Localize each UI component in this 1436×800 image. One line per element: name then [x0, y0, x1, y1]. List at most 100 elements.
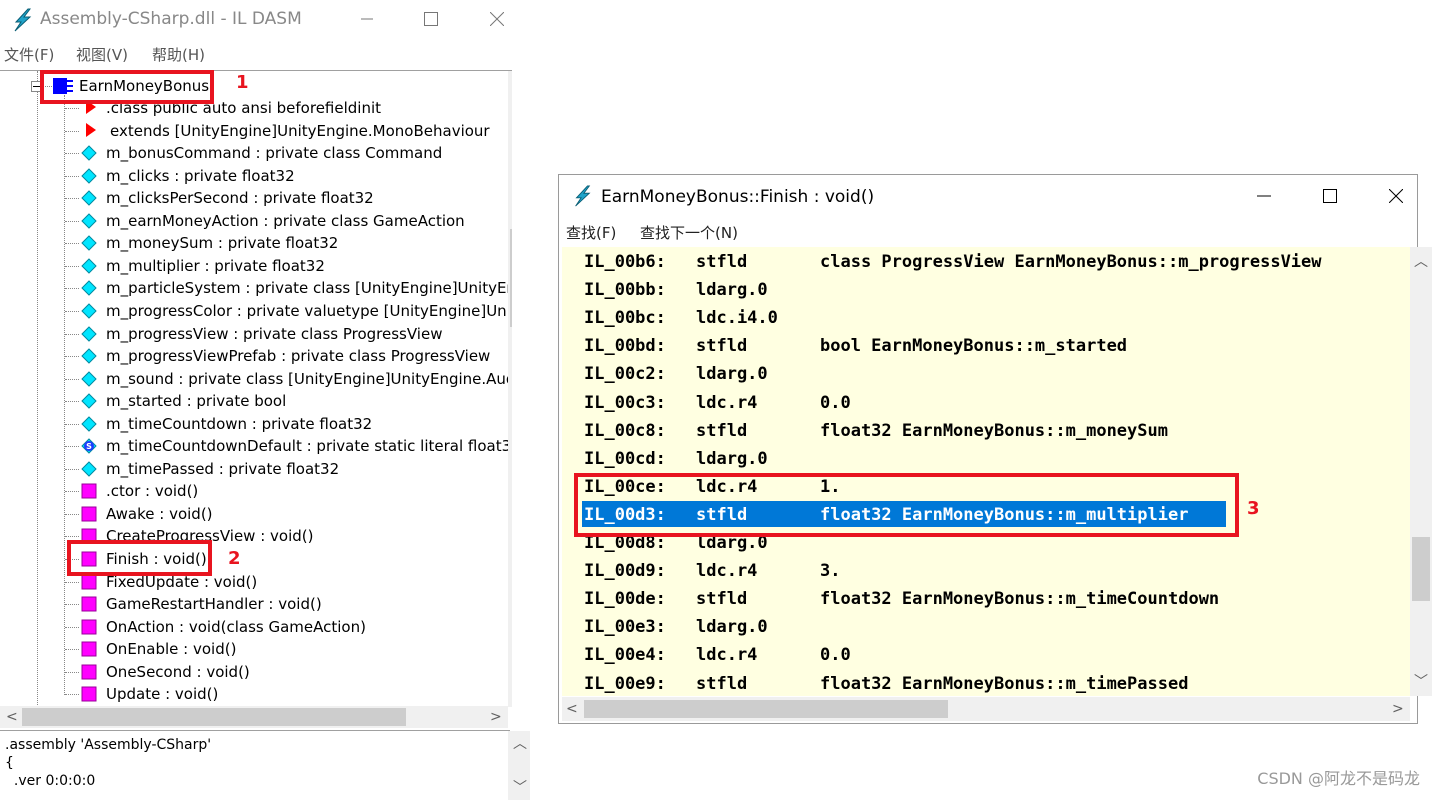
tree-item-label: m_moneySum : private float32	[106, 234, 339, 253]
tree-connector	[65, 626, 79, 628]
tree-item[interactable]: m_progressViewPrefab : private class Pro…	[0, 345, 512, 367]
magenta-square-icon	[81, 619, 97, 635]
close-button[interactable]	[1373, 175, 1419, 217]
scroll-up-icon[interactable]: ︿	[513, 737, 527, 751]
ildasm-app-icon	[14, 8, 32, 32]
il-operand: float32 EarnMoneyBonus::m_timeCountdown	[820, 589, 1220, 610]
tree-item[interactable]: m_started : private bool	[0, 390, 512, 412]
minimize-button[interactable]	[344, 0, 390, 38]
tree-item-label: m_progressViewPrefab : private class Pro…	[106, 347, 491, 366]
il-operand: 0.0	[820, 392, 851, 413]
class-tree-view[interactable]: EarnMoneyBonus .class public auto ansi b…	[0, 70, 512, 707]
cyan-diamond-icon	[81, 461, 97, 477]
menu-find[interactable]: 查找(F)	[566, 222, 616, 243]
tree-item[interactable]: OneSecond : void()	[0, 661, 512, 683]
tree-item[interactable]: m_moneySum : private float32	[0, 232, 512, 254]
code-menubar: 查找(F) 查找下一个(N)	[559, 222, 1417, 244]
code-vertical-scrollbar[interactable]: ︿ ﹀	[1410, 247, 1432, 696]
tree-item[interactable]: m_multiplier : private float32	[0, 255, 512, 277]
tree-item[interactable]: m_clicks : private float32	[0, 165, 512, 187]
tree-item[interactable]: m_timeCountdown : private float32	[0, 413, 512, 435]
code-hscroll-thumb[interactable]	[584, 700, 948, 718]
cyan-diamond-icon	[81, 190, 97, 206]
tree-item-label: m_started : private bool	[106, 392, 287, 411]
il-code-view[interactable]: IL_00b6: stfld class ProgressView EarnMone…	[562, 247, 1410, 696]
il-offset-label: IL_00e9:	[584, 673, 666, 694]
main-titlebar: Assembly-CSharp.dll - IL DASM	[0, 0, 532, 38]
tree-item[interactable]: .ctor : void()	[0, 480, 512, 502]
tree-connector	[65, 243, 79, 245]
tree-item[interactable]: Awake : void()	[0, 503, 512, 525]
tree-item-label: m_bonusCommand : private class Command	[106, 144, 443, 163]
magenta-square-icon	[81, 596, 97, 612]
tree-item[interactable]: m_progressColor : private valuetype [Uni…	[0, 300, 512, 322]
tree-item[interactable]: m_timePassed : private float32	[0, 458, 512, 480]
tree-item[interactable]: OnAction : void(class GameAction)	[0, 616, 512, 638]
scroll-left-icon[interactable]: <	[6, 710, 18, 724]
il-offset-label: IL_00c8:	[584, 420, 666, 441]
tree-vscroll-thumb[interactable]	[510, 229, 512, 327]
tree-item[interactable]: OnEnable : void()	[0, 638, 512, 660]
cyan-diamond-icon	[81, 348, 97, 364]
cyan-diamond-icon	[81, 258, 97, 274]
scroll-up-icon[interactable]: ︿	[1414, 255, 1428, 269]
code-horizontal-scrollbar[interactable]: < >	[562, 697, 1410, 721]
scroll-left-icon[interactable]: <	[566, 702, 578, 716]
tree-connector	[65, 220, 79, 222]
scroll-right-icon[interactable]: >	[490, 710, 502, 724]
il-opcode: ldc.r4	[696, 645, 758, 666]
tree-item-label: m_timePassed : private float32	[106, 459, 340, 478]
annotation-number-2: 2	[228, 548, 241, 569]
maximize-button[interactable]	[408, 0, 454, 38]
detail-line: .ver 0:0:0:0	[5, 773, 96, 789]
cyan-diamond-icon	[81, 325, 97, 342]
tree-item[interactable]: m_sound : private class [UnityEngine]Uni…	[0, 368, 512, 390]
magenta-square-icon	[81, 664, 97, 680]
tree-item[interactable]: m_earnMoneyAction : private class GameAc…	[0, 210, 512, 232]
scroll-down-icon[interactable]: ﹀	[513, 781, 527, 795]
cyan-diamond-icon	[81, 415, 97, 432]
tree-horizontal-scrollbar[interactable]: < >	[0, 706, 508, 728]
minimize-button[interactable]	[1241, 175, 1287, 217]
magenta-square-icon	[81, 641, 97, 657]
cyan-diamond-icon	[81, 415, 97, 432]
tree-item[interactable]: Sm_timeCountdownDefault : private static…	[0, 435, 512, 457]
tree-item[interactable]: m_bonusCommand : private class Command	[0, 142, 512, 164]
magenta-square-icon	[81, 641, 97, 657]
scroll-down-icon[interactable]: ﹀	[1414, 675, 1428, 689]
il-opcode: ldc.r4	[696, 561, 758, 582]
tree-connector	[65, 310, 79, 312]
close-button[interactable]	[474, 0, 520, 38]
cyan-diamond-icon	[81, 280, 97, 297]
cyan-diamond-icon	[81, 190, 97, 206]
cyan-diamond-icon	[81, 303, 97, 319]
scroll-right-icon[interactable]: >	[1392, 702, 1404, 716]
menu-find-next[interactable]: 查找下一个(N)	[640, 222, 738, 243]
tree-item[interactable]: Update : void()	[0, 683, 512, 705]
il-opcode: stfld	[696, 673, 748, 694]
menu-view[interactable]: 视图(V)	[76, 44, 128, 65]
static-field-icon: S	[81, 438, 97, 454]
detail-pane[interactable]: .assembly 'Assembly-CSharp' { .ver 0:0:0…	[0, 730, 530, 800]
tree-connector	[65, 423, 79, 425]
detail-vertical-scrollbar[interactable]: ︿ ﹀	[508, 731, 530, 800]
menu-file[interactable]: 文件(F)	[4, 44, 54, 65]
tree-vertical-scrollbar[interactable]: ︿ ﹀	[508, 71, 512, 707]
cyan-diamond-icon	[81, 235, 97, 252]
code-vscroll-thumb[interactable]	[1412, 537, 1430, 601]
menu-help[interactable]: 帮助(H)	[152, 44, 205, 65]
il-operand: float32 EarnMoneyBonus::m_timePassed	[820, 673, 1189, 694]
tree-item[interactable]: extends [UnityEngine]UnityEngine.MonoBeh…	[0, 120, 512, 142]
tree-item[interactable]: m_clicksPerSecond : private float32	[0, 187, 512, 209]
maximize-button[interactable]	[1307, 175, 1353, 217]
magenta-square-icon	[81, 506, 97, 522]
tree-item-label: OneSecond : void()	[106, 662, 250, 681]
tree-connector	[65, 108, 79, 109]
tree-item[interactable]: m_particleSystem : private class [UnityE…	[0, 277, 512, 299]
tree-item[interactable]: GameRestartHandler : void()	[0, 593, 512, 615]
tree-connector	[65, 694, 79, 696]
tree-hscroll-thumb[interactable]	[22, 708, 406, 726]
tree-connector	[65, 604, 79, 606]
tree-item[interactable]: m_progressView : private class ProgressV…	[0, 323, 512, 345]
annotation-box-2	[67, 540, 212, 576]
